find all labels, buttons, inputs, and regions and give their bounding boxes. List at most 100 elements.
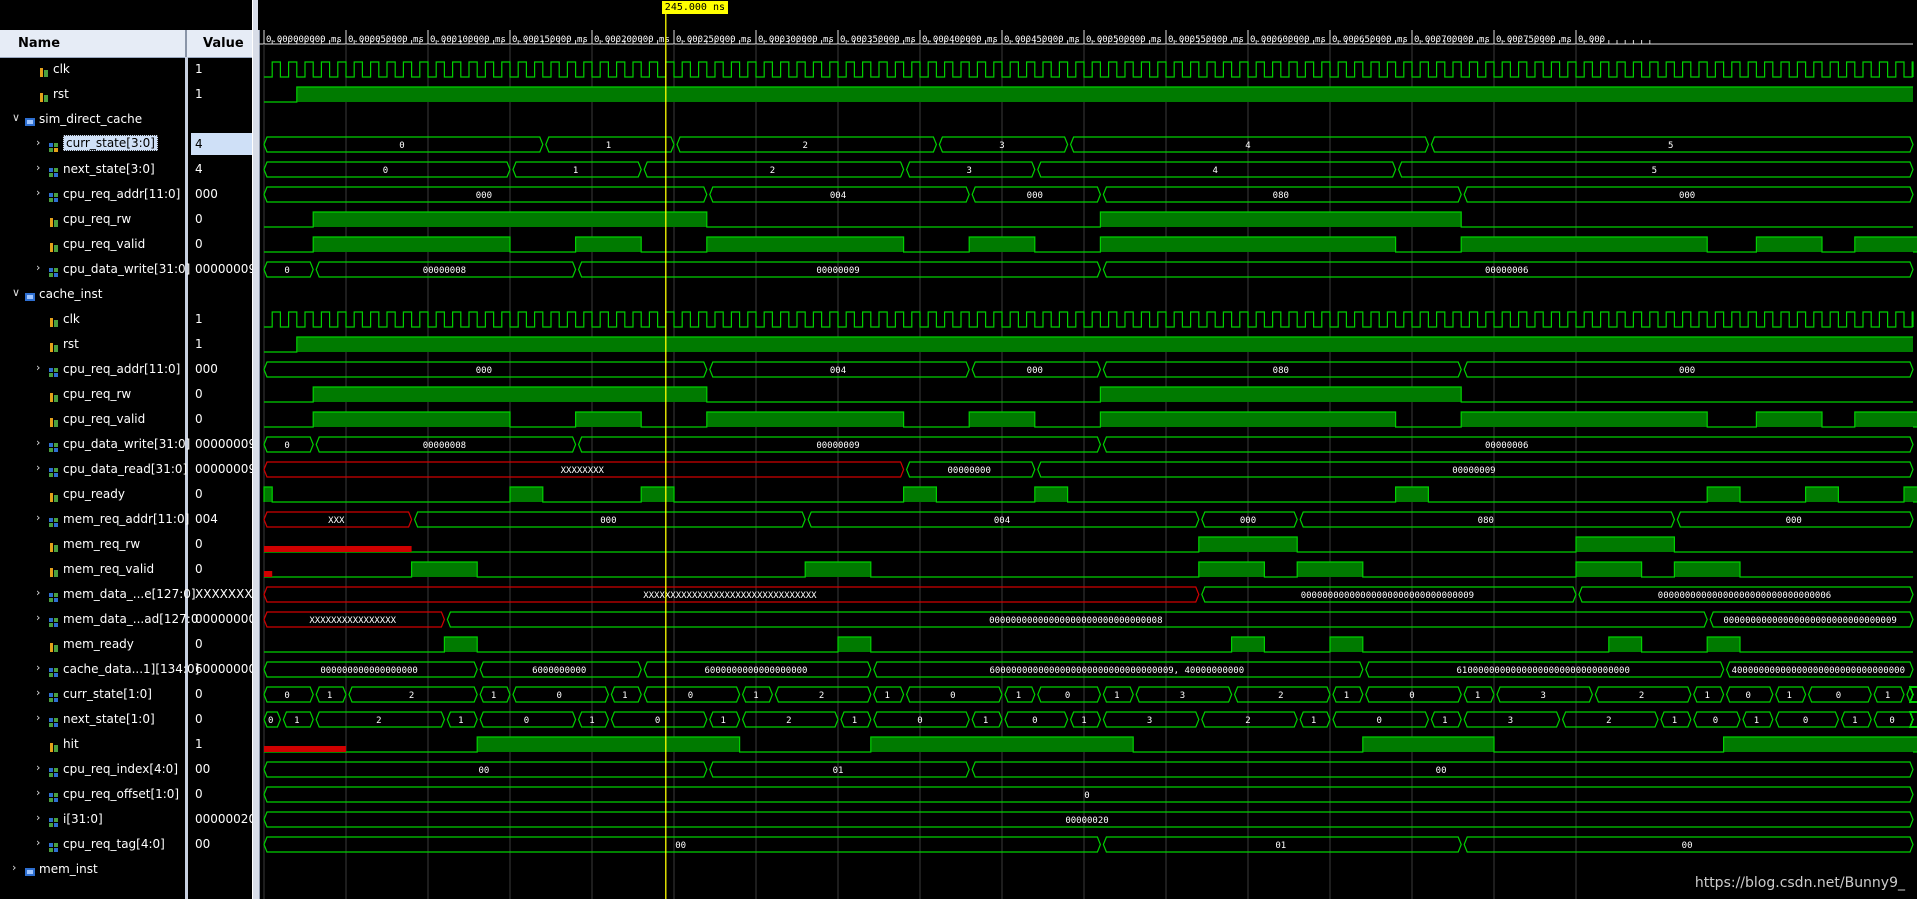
signal-name[interactable]: rst [63,337,79,351]
value-column-header[interactable]: Value [203,36,244,51]
expand-chevron-icon[interactable]: › [36,661,40,674]
signal-name[interactable]: curr_state[1:0] [63,687,152,701]
signal-name[interactable]: mem_req_rw [63,537,140,551]
signal-name[interactable]: mem_data_...e[127:0] [63,587,196,601]
signal-row[interactable]: cpu_ready 0 [0,482,252,507]
signal-row[interactable]: › cpu_req_addr[11:0] 000 [0,357,252,382]
expand-chevron-icon[interactable]: › [36,836,40,849]
expand-chevron-icon[interactable]: › [36,136,40,149]
signal-row[interactable]: cpu_req_rw 0 [0,382,252,407]
expand-chevron-icon[interactable]: › [36,686,40,699]
expand-chevron-icon[interactable]: › [36,786,40,799]
signal-row[interactable]: › cache_data...1][134:0]600000000 [0,657,255,682]
waveform-canvas[interactable]: 0.000000000 ms 0.000050000 ms 0.000100000 … [258,0,1917,899]
signal-name[interactable]: mem_inst [39,862,98,876]
signal-row[interactable]: cpu_req_rw 0 [0,207,252,232]
signal-name[interactable]: clk [63,312,80,326]
signal-row[interactable]: › next_state[3:0] 4 [0,157,252,182]
signal-row[interactable]: cpu_req_valid 0 [0,232,252,257]
ruler-tick-label: 0.000150000 ms [512,35,588,45]
signal-name[interactable]: rst [53,87,69,101]
signal-name[interactable]: cpu_req_index[4:0] [63,762,178,776]
signal-name[interactable]: mem_req_addr[11:0] [63,512,189,526]
signal-row[interactable]: › mem_inst [0,857,252,882]
signal-name[interactable]: curr_state[3:0] [63,135,158,151]
signal-row[interactable]: › cpu_data_write[31:0] 00000009 [0,432,255,457]
signal-name[interactable]: clk [53,62,70,76]
signal-name[interactable]: cpu_data_read[31:0] [63,462,187,476]
signal-name[interactable]: cpu_req_valid [63,237,145,251]
cursor-time-label[interactable]: 245.000 ns [661,1,729,14]
collapse-chevron-icon[interactable]: ∨ [12,111,20,124]
expand-chevron-icon[interactable]: › [36,361,40,374]
signal-name[interactable]: i[31:0] [63,812,103,826]
signal-row[interactable]: › cpu_req_addr[11:0] 000 [0,182,252,207]
expand-chevron-icon[interactable]: › [36,586,40,599]
signal-row[interactable]: › cpu_req_index[4:0] 00 [0,757,252,782]
expand-chevron-icon[interactable]: › [36,461,40,474]
expand-chevron-icon[interactable]: › [36,611,40,624]
signal-row[interactable]: ∨ sim_direct_cache [0,107,252,132]
signal-name[interactable]: cpu_req_offset[1:0] [63,787,179,801]
name-column-header[interactable]: Name [18,36,60,51]
signal-name[interactable]: cache_inst [39,287,102,301]
signal-name[interactable]: cpu_req_addr[11:0] [63,362,180,376]
ruler-tick-label: 0.000500000 ms [1086,35,1162,45]
signal-row[interactable]: hit 1 [0,732,252,757]
signal-row[interactable]: clk 1 [0,307,252,332]
expand-chevron-icon[interactable]: › [36,711,40,724]
signal-name[interactable]: cache_data...1][134:0] [63,662,199,676]
signal-row[interactable]: › next_state[1:0] 0 [0,707,252,732]
signal-row[interactable]: › curr_state[3:0] 4 [0,132,255,157]
signal-row[interactable]: rst 1 [0,332,252,357]
signal-row[interactable]: mem_req_rw 0 [0,532,252,557]
signal-row[interactable]: › mem_data_...e[127:0]XXXXXXXXX [0,582,255,607]
signal-row[interactable]: › cpu_data_write[31:0] 00000009 [0,257,255,282]
signal-name[interactable]: next_state[3:0] [63,162,155,176]
signal-value: 1 [195,312,203,326]
signal-name[interactable]: mem_data_...ad[127:0 [63,612,198,626]
signal-name[interactable]: sim_direct_cache [39,112,142,126]
signal-row[interactable]: mem_ready 0 [0,632,252,657]
signal-name[interactable]: cpu_req_addr[11:0] [63,187,180,201]
signal-name[interactable]: hit [63,737,79,751]
signal-name[interactable]: cpu_req_tag[4:0] [63,837,165,851]
bus-value-label: 00000009 [816,266,859,276]
signal-row[interactable]: clk 1 [0,57,252,82]
signal-name[interactable]: next_state[1:0] [63,712,155,726]
signal-row[interactable]: › mem_data_...ad[127:0000000000 [0,607,255,632]
expand-chevron-icon[interactable]: › [36,811,40,824]
collapse-chevron-icon[interactable]: ∨ [12,286,20,299]
signal-row[interactable]: › cpu_req_tag[4:0] 00 [0,832,252,857]
expand-chevron-icon[interactable]: › [36,436,40,449]
bus-value-label: 3 [1508,716,1513,726]
signal-name[interactable]: mem_req_valid [63,562,154,576]
signal-name[interactable]: cpu_data_write[31:0] [63,437,190,451]
signal-name[interactable]: cpu_ready [63,487,125,501]
expand-chevron-icon[interactable]: › [36,761,40,774]
signal-name[interactable]: mem_ready [63,637,134,651]
signal-row[interactable]: cpu_req_valid 0 [0,407,252,432]
expand-chevron-icon[interactable]: › [12,861,16,874]
signal-row[interactable]: › curr_state[1:0] 0 [0,682,252,707]
signal-row[interactable]: ∨ cache_inst [0,282,252,307]
signal-name[interactable]: cpu_req_rw [63,387,131,401]
signal-name[interactable]: cpu_req_valid [63,412,145,426]
bus-signal-icon [48,513,60,527]
signal-row[interactable]: rst 1 [0,82,252,107]
expand-chevron-icon[interactable]: › [36,186,40,199]
bus-waveform: 00 01 00 [263,761,1914,778]
signal-row[interactable]: › mem_req_addr[11:0] 004 [0,507,252,532]
signal-row[interactable]: › cpu_data_read[31:0] 00000009 [0,457,255,482]
signal-name[interactable]: cpu_data_write[31:0] [63,262,190,276]
bus-value-label: XXX [328,516,345,526]
signal-name[interactable]: cpu_req_rw [63,212,131,226]
high-pulse [313,387,707,402]
expand-chevron-icon[interactable]: › [36,511,40,524]
signal-row[interactable]: › cpu_req_offset[1:0] 0 [0,782,252,807]
signal-row[interactable]: mem_req_valid 0 [0,557,252,582]
expand-chevron-icon[interactable]: › [36,161,40,174]
column-divider[interactable] [185,30,187,57]
signal-row[interactable]: › i[31:0] 00000020 [0,807,255,832]
expand-chevron-icon[interactable]: › [36,261,40,274]
